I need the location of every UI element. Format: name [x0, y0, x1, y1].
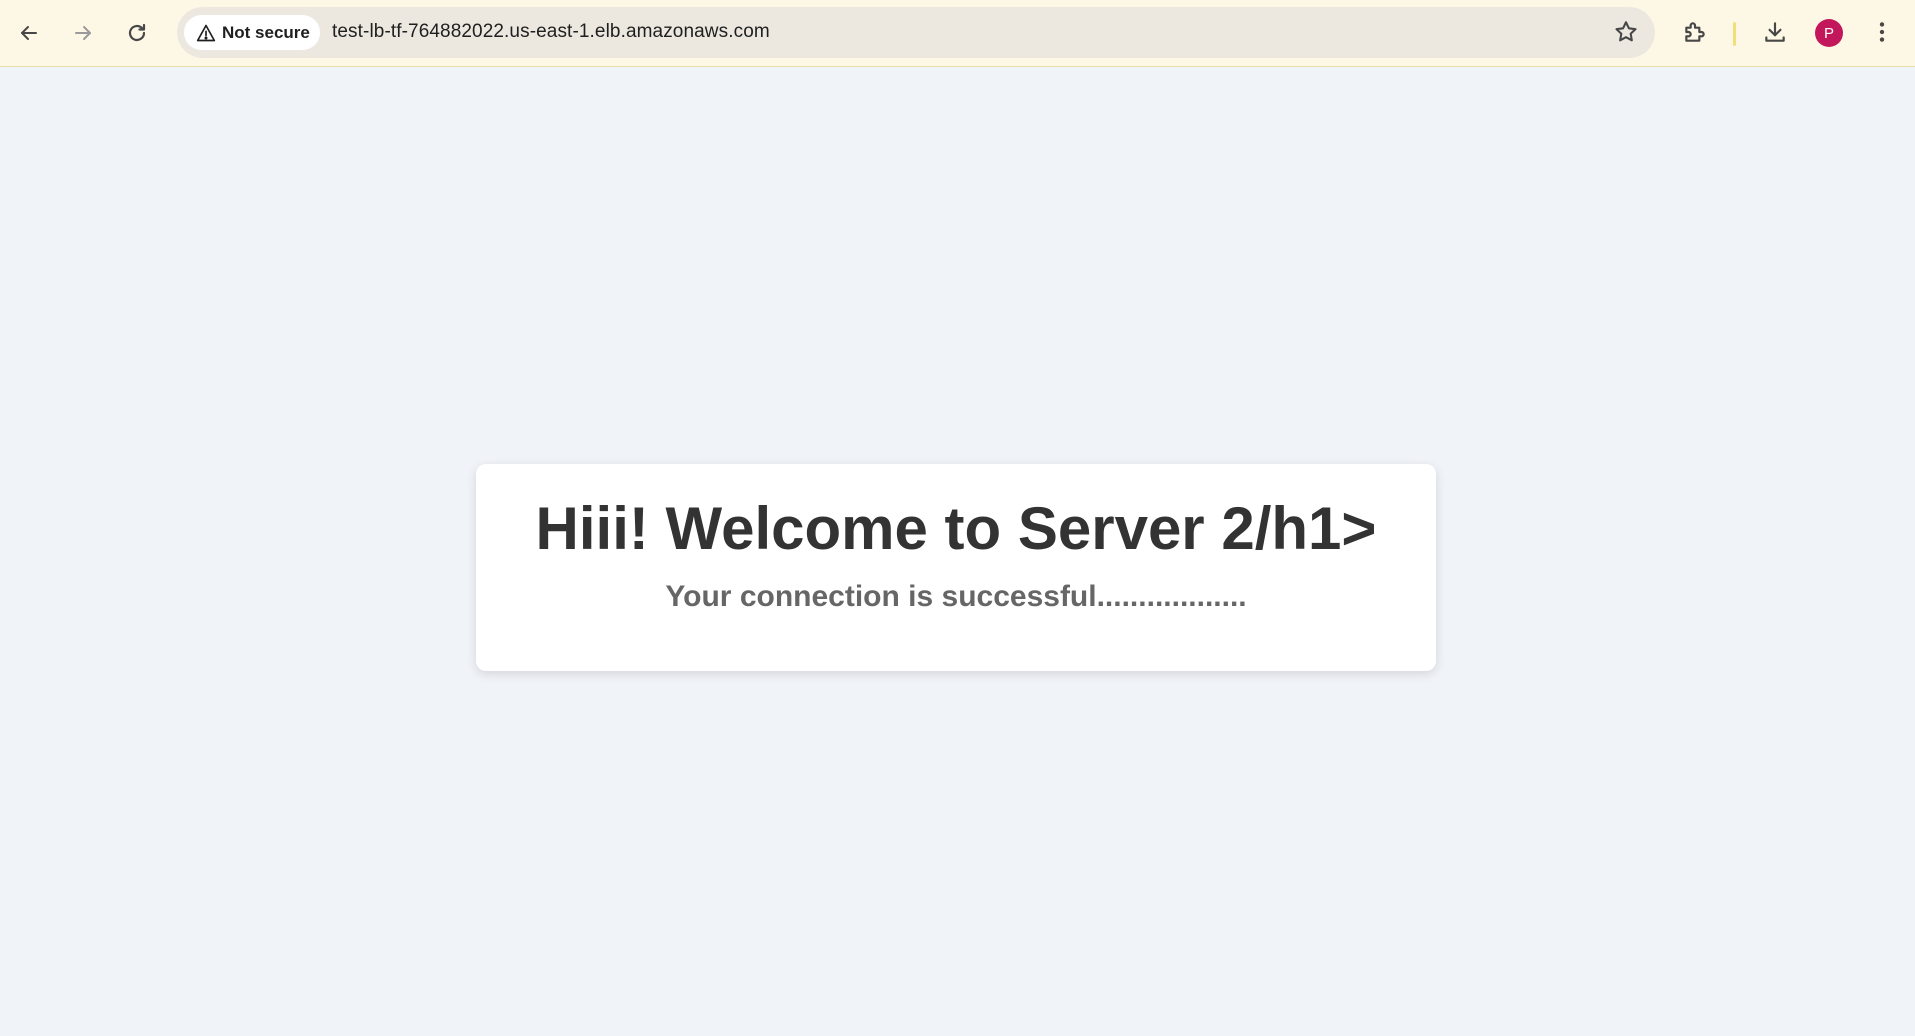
bookmark-button[interactable] — [1613, 19, 1639, 45]
browser-menu-button[interactable] — [1866, 16, 1898, 48]
security-chip[interactable]: Not secure — [184, 15, 320, 50]
downloads-button[interactable] — [1759, 16, 1791, 48]
star-icon — [1615, 21, 1637, 42]
download-icon — [1765, 22, 1785, 42]
forward-button[interactable] — [65, 11, 101, 55]
profile-avatar[interactable]: P — [1815, 19, 1843, 47]
kebab-menu-icon — [1879, 22, 1885, 42]
back-button[interactable] — [11, 11, 47, 55]
browser-toolbar: Not secure test-lb-tf-764882022.us-east-… — [0, 0, 1915, 67]
welcome-heading: Hiii! Welcome to Server 2/h1> — [535, 495, 1377, 562]
extensions-button[interactable] — [1679, 16, 1711, 48]
toolbar-divider — [1733, 22, 1736, 46]
puzzle-icon — [1685, 22, 1705, 42]
forward-arrow-icon — [75, 26, 91, 40]
security-label: Not secure — [222, 22, 310, 42]
address-bar[interactable]: Not secure test-lb-tf-764882022.us-east-… — [177, 7, 1655, 58]
reload-icon — [128, 23, 146, 42]
welcome-card: Hiii! Welcome to Server 2/h1> Your conne… — [476, 464, 1436, 671]
reload-button[interactable] — [119, 11, 155, 55]
back-arrow-icon — [21, 26, 37, 40]
connection-message: Your connection is successful...........… — [665, 580, 1247, 613]
url-text[interactable]: test-lb-tf-764882022.us-east-1.elb.amazo… — [332, 21, 770, 43]
warning-triangle-icon — [196, 24, 216, 41]
